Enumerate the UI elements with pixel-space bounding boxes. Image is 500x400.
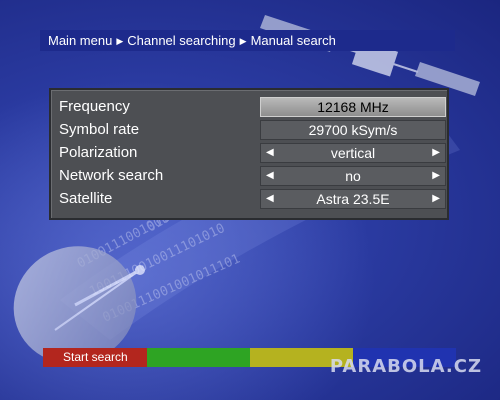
network-search-value: no: [345, 168, 361, 184]
breadcrumb: Main menu ▶ Channel searching ▶ Manual searc…: [40, 30, 455, 51]
satellite-label: Satellite: [59, 190, 113, 207]
arrow-left-icon[interactable]: ◀: [266, 167, 274, 185]
network-search-selector[interactable]: ◀ no ▶: [260, 166, 446, 186]
symbol-rate-field[interactable]: 29700 kSym/s: [260, 120, 446, 140]
red-button-start-search[interactable]: Start search: [43, 348, 147, 367]
green-button[interactable]: [147, 348, 250, 367]
satellite-selector[interactable]: ◀ Astra 23.5E ▶: [260, 189, 446, 209]
breadcrumb-item-manual-search: Manual search: [250, 33, 336, 48]
arrow-left-icon[interactable]: ◀: [266, 190, 274, 208]
arrow-left-icon[interactable]: ◀: [266, 144, 274, 162]
satellite-value: Astra 23.5E: [316, 191, 390, 207]
setting-row-frequency[interactable]: Frequency 12168 MHz: [57, 97, 446, 117]
triangle-right-icon: ▶: [239, 36, 247, 46]
polarization-selector[interactable]: ◀ vertical ▶: [260, 143, 446, 163]
arrow-right-icon[interactable]: ▶: [432, 167, 440, 185]
setting-row-satellite[interactable]: Satellite ◀ Astra 23.5E ▶: [57, 189, 446, 209]
frequency-value: 12168 MHz: [317, 99, 389, 115]
breadcrumb-item-channel-searching[interactable]: Channel searching: [127, 33, 235, 48]
frequency-field[interactable]: 12168 MHz: [260, 97, 446, 117]
arrow-right-icon[interactable]: ▶: [432, 144, 440, 162]
breadcrumb-item-main-menu[interactable]: Main menu: [48, 33, 112, 48]
polarization-value: vertical: [330, 145, 376, 161]
setting-row-network-search[interactable]: Network search ◀ no ▶: [57, 166, 446, 186]
frequency-label: Frequency: [59, 98, 130, 115]
symbol-rate-label: Symbol rate: [59, 121, 140, 138]
setting-row-polarization[interactable]: Polarization ◀ vertical ▶: [57, 143, 446, 163]
setting-row-symbol-rate[interactable]: Symbol rate 29700 kSym/s: [57, 120, 446, 140]
symbol-rate-value: 29700 kSym/s: [308, 122, 398, 138]
manual-search-settings-panel: Frequency 12168 MHz Symbol rate 29700 kS…: [49, 88, 449, 220]
network-search-label: Network search: [59, 167, 164, 184]
start-search-label: Start search: [63, 350, 128, 364]
watermark-logo: PARABOLA.CZ: [329, 356, 482, 377]
triangle-right-icon: ▶: [116, 36, 124, 46]
polarization-label: Polarization: [59, 144, 138, 161]
arrow-right-icon[interactable]: ▶: [432, 190, 440, 208]
